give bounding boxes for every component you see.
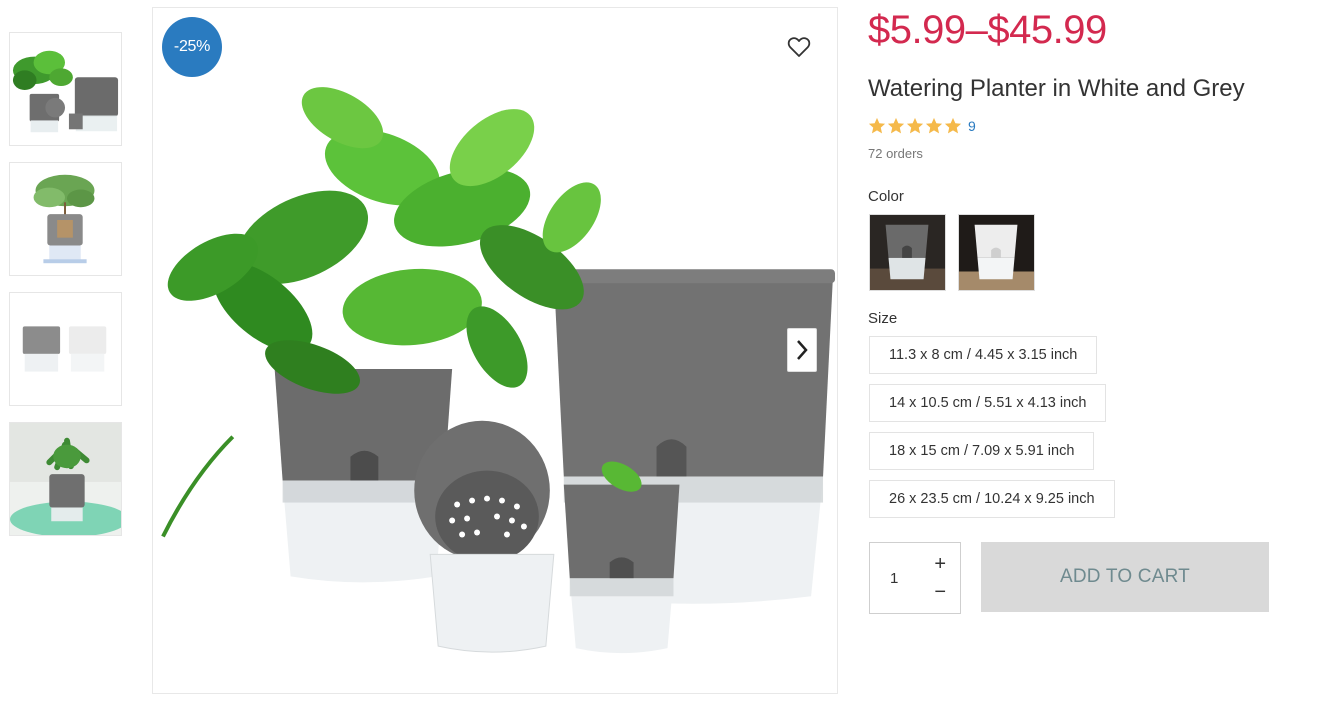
thumbnail-image	[10, 163, 121, 275]
star-icon	[887, 117, 905, 134]
size-option[interactable]: 11.3 x 8 cm / 4.45 x 3.15 inch	[869, 336, 1098, 374]
next-image-button[interactable]	[787, 328, 817, 372]
product-title: Watering Planter in White and Grey	[868, 75, 1245, 102]
size-option[interactable]: 18 x 15 cm / 7.09 x 5.91 inch	[869, 432, 1095, 470]
quantity-increment-button[interactable]: +	[934, 554, 946, 574]
chevron-left-icon	[182, 340, 193, 360]
thumbnail-4[interactable]	[9, 422, 122, 536]
color-swatch-white[interactable]	[958, 214, 1035, 291]
thumbnail-image	[10, 423, 121, 535]
star-icon	[906, 117, 924, 134]
size-option[interactable]: 14 x 10.5 cm / 5.51 x 4.13 inch	[869, 384, 1107, 422]
star-icon	[925, 117, 943, 134]
color-swatches	[869, 214, 1035, 291]
rating: 9	[868, 116, 976, 136]
quantity-stepper: 1 + −	[869, 542, 961, 614]
size-label: Size	[868, 310, 898, 327]
review-count-link[interactable]: 9	[968, 118, 976, 134]
swatch-image	[870, 215, 945, 290]
prev-image-button[interactable]	[173, 328, 203, 372]
discount-badge: -25%	[162, 17, 222, 77]
product-photo	[153, 8, 837, 693]
quantity-decrement-button[interactable]: −	[934, 582, 946, 602]
star-icon	[944, 117, 962, 134]
size-options: 11.3 x 8 cm / 4.45 x 3.15 inch 14 x 10.5…	[869, 336, 1115, 528]
size-option[interactable]: 26 x 23.5 cm / 10.24 x 9.25 inch	[869, 480, 1115, 518]
heart-icon[interactable]	[787, 36, 811, 58]
thumbnail-2[interactable]	[9, 162, 122, 276]
price-range: $5.99–$45.99	[868, 8, 1107, 52]
star-rating	[868, 117, 962, 135]
swatch-image	[959, 215, 1034, 290]
thumbnail-image	[10, 293, 121, 405]
star-icon	[868, 117, 886, 134]
color-label: Color	[868, 188, 904, 205]
thumbnail-1[interactable]	[9, 32, 122, 146]
add-to-cart-button[interactable]: ADD TO CART	[981, 542, 1269, 612]
color-swatch-grey[interactable]	[869, 214, 946, 291]
thumbnail-list	[9, 32, 122, 552]
thumbnail-image	[10, 33, 121, 145]
orders-count: 72 orders	[868, 146, 923, 161]
chevron-right-icon	[797, 340, 808, 360]
quantity-input[interactable]: 1	[890, 570, 898, 587]
product-main-image: -25%	[152, 7, 838, 694]
thumbnail-3[interactable]	[9, 292, 122, 406]
